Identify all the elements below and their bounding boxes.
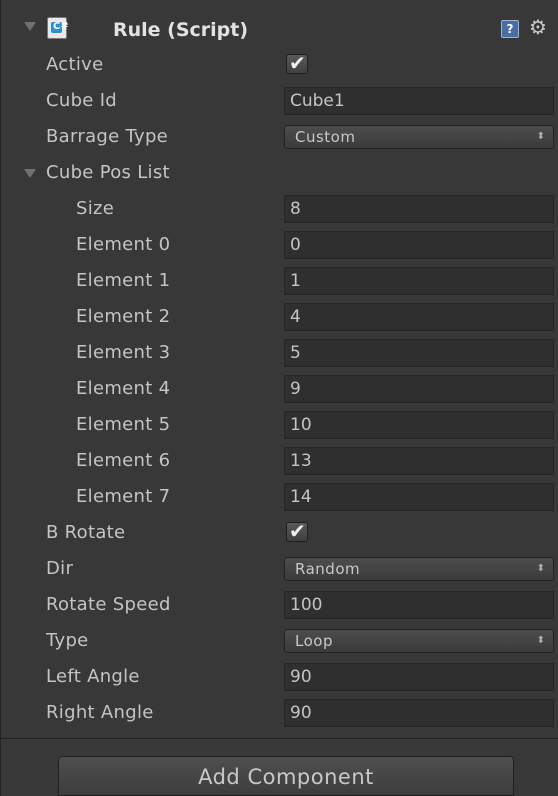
cube-pos-list-label: Cube Pos List <box>46 162 170 183</box>
row-cube-id: Cube Id Cube1 <box>1 83 558 119</box>
row-element: Element 5 10 <box>1 407 558 443</box>
element-field[interactable]: 14 <box>284 483 554 511</box>
element-field[interactable]: 1 <box>284 267 554 295</box>
row-cube-pos-list[interactable]: Cube Pos List <box>1 155 558 191</box>
dropdown-arrows-icon: ⬍ <box>536 635 545 646</box>
cube-id-field[interactable]: Cube1 <box>284 87 554 115</box>
element-label: Element 0 <box>76 234 171 255</box>
element-field[interactable]: 0 <box>284 231 554 259</box>
row-element: Element 6 13 <box>1 443 558 479</box>
add-component-button[interactable]: Add Component <box>58 756 514 796</box>
row-element: Element 1 1 <box>1 263 558 299</box>
script-icon-glyph: C# <box>53 21 69 32</box>
dir-dropdown[interactable]: Random ⬍ <box>284 557 554 581</box>
right-angle-label: Right Angle <box>46 702 154 723</box>
row-element: Element 3 5 <box>1 335 558 371</box>
element-field[interactable]: 13 <box>284 447 554 475</box>
element-label: Element 2 <box>76 306 171 327</box>
component-title: Rule (Script) <box>113 19 249 41</box>
row-dir: Dir Random ⬍ <box>1 551 558 587</box>
dropdown-arrows-icon: ⬍ <box>536 563 545 574</box>
right-angle-field[interactable]: 90 <box>284 699 554 727</box>
type-label: Type <box>46 630 89 651</box>
csharp-script-icon: C# <box>47 17 69 39</box>
b-rotate-checkbox[interactable]: ✔ <box>286 519 308 543</box>
dropdown-arrows-icon: ⬍ <box>536 131 545 142</box>
element-field[interactable]: 4 <box>284 303 554 331</box>
barrage-type-dropdown[interactable]: Custom ⬍ <box>284 125 554 149</box>
collapse-arrow-icon[interactable] <box>24 22 36 31</box>
row-element: Element 2 4 <box>1 299 558 335</box>
element-field[interactable]: 10 <box>284 411 554 439</box>
size-field[interactable]: 8 <box>284 195 554 223</box>
b-rotate-label: B Rotate <box>46 522 126 543</box>
rotate-speed-field[interactable]: 100 <box>284 591 554 619</box>
dir-value: Random <box>295 560 361 578</box>
active-checkbox[interactable]: ✔ <box>286 51 308 75</box>
type-value: Loop <box>295 632 333 650</box>
element-field[interactable]: 5 <box>284 339 554 367</box>
barrage-type-label: Barrage Type <box>46 126 169 147</box>
row-element: Element 7 14 <box>1 479 558 515</box>
element-field[interactable]: 9 <box>284 375 554 403</box>
element-label: Element 7 <box>76 486 171 507</box>
checkmark-icon: ✔ <box>289 519 306 543</box>
row-rotate-speed: Rotate Speed 100 <box>1 587 558 623</box>
cube-id-label: Cube Id <box>46 90 118 111</box>
element-label: Element 1 <box>76 270 171 291</box>
gear-icon[interactable]: ⚙ <box>529 17 547 37</box>
row-barrage-type: Barrage Type Custom ⬍ <box>1 119 558 155</box>
row-b-rotate: B Rotate ✔ <box>1 515 558 551</box>
row-right-angle: Right Angle 90 <box>1 695 558 731</box>
left-angle-field[interactable]: 90 <box>284 663 554 691</box>
row-left-angle: Left Angle 90 <box>1 659 558 695</box>
divider <box>1 738 558 739</box>
row-element: Element 4 9 <box>1 371 558 407</box>
inspector-panel: C# Rule (Script) ? ⚙ Active ✔ Cube Id Cu… <box>0 0 558 796</box>
help-book-icon[interactable]: ? <box>501 20 519 38</box>
element-label: Element 4 <box>76 378 171 399</box>
row-element: Element 0 0 <box>1 227 558 263</box>
element-label: Element 5 <box>76 414 171 435</box>
left-angle-label: Left Angle <box>46 666 140 687</box>
element-label: Element 6 <box>76 450 171 471</box>
size-label: Size <box>76 198 115 219</box>
checkmark-icon: ✔ <box>289 51 306 75</box>
type-dropdown[interactable]: Loop ⬍ <box>284 629 554 653</box>
row-type: Type Loop ⬍ <box>1 623 558 659</box>
row-active: Active ✔ <box>1 47 558 83</box>
row-size: Size 8 <box>1 191 558 227</box>
barrage-type-value: Custom <box>295 128 356 146</box>
foldout-arrow-icon[interactable] <box>24 169 36 178</box>
dir-label: Dir <box>46 558 74 579</box>
rotate-speed-label: Rotate Speed <box>46 594 171 615</box>
element-label: Element 3 <box>76 342 171 363</box>
active-label: Active <box>46 54 104 75</box>
